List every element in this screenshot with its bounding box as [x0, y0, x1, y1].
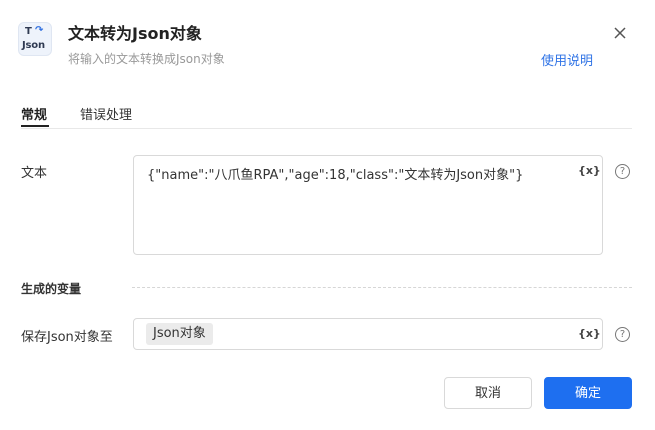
confirm-button[interactable]: 确定 [544, 377, 632, 409]
active-tab-indicator [21, 125, 49, 127]
icon-letter-t: T [25, 26, 32, 37]
cancel-button[interactable]: 取消 [444, 377, 532, 409]
text-field-label: 文本 [21, 166, 48, 181]
tab-general[interactable]: 常规 [21, 104, 47, 123]
text-input-value: {"name":"八爪鱼RPA","age":18,"class":"文本转为J… [147, 168, 524, 183]
output-variables-heading: 生成的变量 [21, 282, 82, 296]
save-json-label: 保存Json对象至 [21, 330, 113, 345]
variable-tag[interactable]: Json对象 [146, 323, 213, 345]
insert-variable-icon[interactable]: {x} [578, 327, 601, 340]
tab-divider [21, 128, 632, 129]
usage-help-link[interactable]: 使用说明 [541, 50, 593, 69]
insert-variable-icon[interactable]: {x} [578, 164, 601, 177]
text-to-json-icon: T ↷ Json [18, 22, 52, 56]
section-divider [132, 287, 632, 288]
dialog-subtitle: 将输入的文本转换成Json对象 [68, 52, 225, 66]
help-icon[interactable]: ? [615, 327, 630, 342]
dialog-title: 文本转为Json对象 [68, 24, 202, 43]
icon-label-json: Json [22, 40, 45, 51]
text-input[interactable]: {"name":"八爪鱼RPA","age":18,"class":"文本转为J… [133, 155, 603, 255]
save-json-variable-input[interactable]: Json对象 [133, 318, 603, 350]
help-icon[interactable]: ? [615, 164, 630, 179]
close-icon[interactable] [611, 24, 629, 42]
curve-arrow-icon: ↷ [35, 25, 44, 36]
tab-error-handling[interactable]: 错误处理 [80, 104, 132, 123]
